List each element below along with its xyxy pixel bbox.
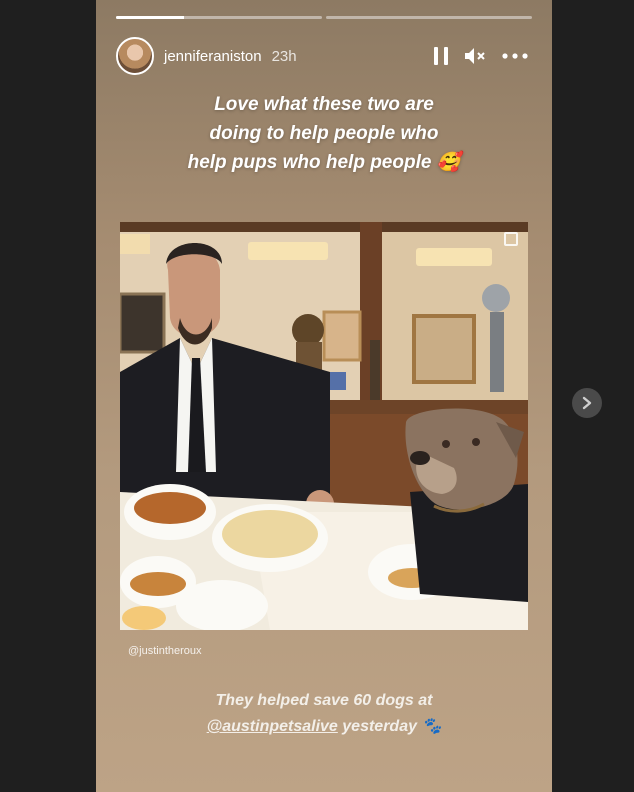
bottom-caption-text: yesterday [337, 718, 417, 735]
header-controls [434, 47, 528, 65]
bottom-caption-line: They helped save 60 dogs at [215, 692, 433, 709]
story-progress [116, 16, 532, 19]
photo-credit[interactable]: @justintheroux [128, 645, 202, 657]
avatar[interactable] [116, 37, 154, 75]
next-story-button[interactable] [572, 388, 602, 418]
progress-segment-2 [326, 16, 532, 19]
story-caption: Love what these two are doing to help pe… [96, 90, 552, 177]
caption-line: doing to help people who [209, 123, 439, 144]
more-options-icon[interactable] [502, 53, 528, 59]
bottom-caption-line: @austinpetsalive yesterday 🐾 [96, 714, 552, 740]
mention-link[interactable]: @austinpetsalive [207, 718, 338, 735]
progress-fill [116, 16, 184, 19]
expand-icon[interactable] [504, 232, 518, 246]
pause-icon[interactable] [434, 47, 448, 65]
timestamp: 23h [271, 47, 297, 65]
bottom-caption: They helped save 60 dogs at @austinpetsa… [96, 688, 552, 740]
caption-line-text: help pups who help people [187, 152, 432, 173]
story-viewer: jenniferaniston 23h Love what these two … [96, 0, 552, 792]
paw-emoji: 🐾 [421, 718, 442, 735]
caption-line: help pups who help people 🥰 [96, 148, 552, 177]
progress-segment-1 [116, 16, 322, 19]
caption-line: Love what these two are [214, 94, 434, 115]
speaker-muted-icon[interactable] [464, 47, 486, 65]
smiling-face-hearts-emoji: 🥰 [436, 152, 461, 173]
chevron-right-icon [582, 396, 592, 410]
photo-illustration [120, 222, 528, 630]
username[interactable]: jenniferaniston [164, 48, 262, 65]
shared-photo[interactable] [120, 222, 528, 630]
story-header: jenniferaniston 23h [116, 36, 528, 76]
